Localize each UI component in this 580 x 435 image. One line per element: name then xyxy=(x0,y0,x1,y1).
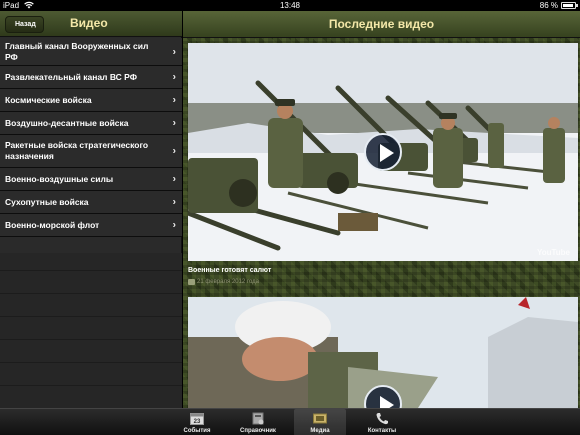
video-feed: Последние видео YouTube Военные готовят … xyxy=(183,11,580,408)
chevron-right-icon: › xyxy=(172,94,176,106)
clock: 13:48 xyxy=(279,1,301,10)
list-item-label: Сухопутные войска xyxy=(5,196,89,207)
sidebar-item-air-force[interactable]: Военно-воздушные силы › xyxy=(0,168,182,191)
sidebar-header: Назад Видео xyxy=(0,11,182,37)
video-thumbnail[interactable]: YouTube xyxy=(188,43,578,261)
sidebar-item-navy[interactable]: Военно-морской флот › xyxy=(0,214,182,237)
chevron-right-icon: › xyxy=(172,117,176,129)
sidebar-item-strategic-missile-forces[interactable]: Ракетные войска стратегического назначен… xyxy=(0,135,182,168)
book-icon xyxy=(252,412,264,425)
youtube-logo: YouTube xyxy=(536,248,570,257)
list-item-label: Главный канал Вооруженных сил РФ xyxy=(5,40,149,62)
phone-icon xyxy=(376,413,388,425)
tab-label: Медиа xyxy=(310,428,330,434)
sidebar-item-ground-forces[interactable]: Сухопутные войска › xyxy=(0,191,182,214)
chevron-right-icon: › xyxy=(172,219,176,231)
channel-list: Главный канал Вооруженных сил РФ › Развл… xyxy=(0,38,182,237)
tab-directory[interactable]: Справочник xyxy=(232,409,284,435)
sidebar-title: Видео xyxy=(70,16,108,30)
sidebar-item-main-channel[interactable]: Главный канал Вооруженных сил РФ › xyxy=(0,38,182,66)
list-item-label: Развлекательный канал ВС РФ xyxy=(5,71,137,82)
battery-icon xyxy=(561,2,578,9)
video-thumbnail[interactable] xyxy=(188,297,578,408)
play-button[interactable] xyxy=(364,133,402,171)
tab-bar: 23 События Справочник Медиа Контакты xyxy=(0,408,580,435)
page-title: Последние видео xyxy=(328,17,435,31)
tab-media[interactable]: Медиа xyxy=(294,409,346,435)
list-item-label: Военно-воздушные силы xyxy=(5,173,114,184)
chevron-right-icon: › xyxy=(172,145,176,157)
chevron-right-icon: › xyxy=(172,173,176,185)
battery-percent: 86 % xyxy=(539,1,558,10)
tab-label: Справочник xyxy=(240,428,276,434)
status-bar: iPad 13:48 86 % xyxy=(0,0,580,11)
chevron-right-icon: › xyxy=(172,196,176,208)
empty-list-area xyxy=(0,253,182,408)
list-item-label: Воздушно-десантные войска xyxy=(5,117,129,128)
sidebar-item-space-forces[interactable]: Космические войска › xyxy=(0,89,182,112)
video-title[interactable]: Военные готовят салют xyxy=(188,267,271,274)
back-button[interactable]: Назад xyxy=(5,16,44,33)
tab-label: События xyxy=(183,428,211,434)
tab-label: Контакты xyxy=(367,428,397,434)
content-header: Последние видео xyxy=(183,11,580,38)
chevron-right-icon: › xyxy=(172,71,176,83)
calendar-icon: 23 xyxy=(190,413,204,425)
calendar-icon xyxy=(188,279,195,285)
film-icon xyxy=(313,413,327,424)
sidebar-item-airborne-forces[interactable]: Воздушно-десантные войска › xyxy=(0,112,182,135)
list-item-label: Военно-морской флот xyxy=(5,219,100,230)
sidebar-item-entertainment-channel[interactable]: Развлекательный канал ВС РФ › xyxy=(0,66,182,89)
list-item-label: Космические войска xyxy=(5,94,92,105)
chevron-right-icon: › xyxy=(172,46,176,57)
tab-events[interactable]: 23 События xyxy=(171,409,223,435)
list-item-label: Ракетные войска стратегического назначен… xyxy=(5,140,149,161)
sidebar: Назад Видео Главный канал Вооруженных си… xyxy=(0,11,182,408)
tab-contacts[interactable]: Контакты xyxy=(356,409,408,435)
svg-text:23: 23 xyxy=(194,419,201,425)
video-date: 21 февраля 2012 года xyxy=(197,279,260,285)
